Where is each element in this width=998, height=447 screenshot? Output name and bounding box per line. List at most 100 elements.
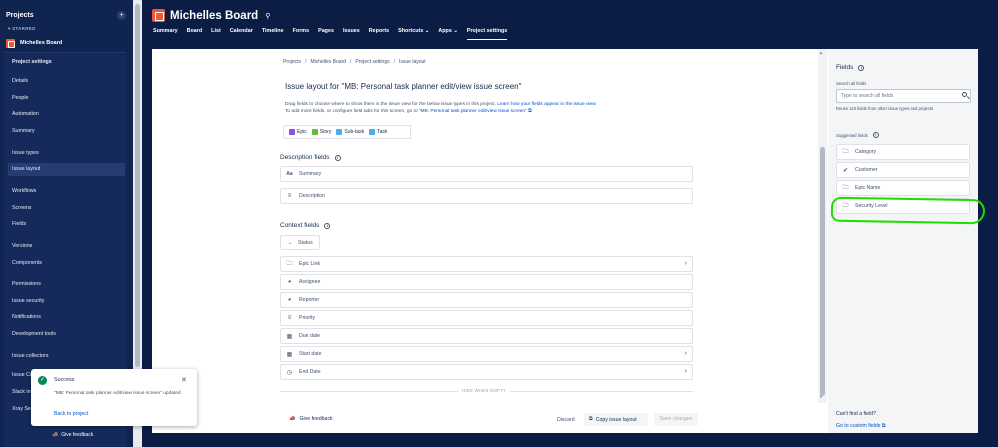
sidebar-item-details[interactable]: Details	[8, 75, 125, 88]
give-feedback-button[interactable]: 📣 Give feedback	[289, 416, 333, 422]
tab-timeline[interactable]: Timeline	[262, 28, 284, 38]
breadcrumb-board[interactable]: Michelles Board	[310, 59, 346, 65]
issue-type-subtask: Sub-task	[336, 129, 364, 135]
copy-issue-layout-label: Copy issue layout	[595, 416, 637, 423]
story-icon	[311, 129, 318, 135]
suggested-field-category[interactable]: 🗀 Category	[836, 144, 970, 160]
context-fields-heading: Context fields i	[280, 222, 331, 229]
field-end-date[interactable]: ◷ End Date ›	[280, 364, 693, 380]
sidebar-item-issue-collectors[interactable]: Issue collectors	[8, 350, 125, 363]
fields-heading: Fields i	[836, 64, 865, 71]
field-assignee[interactable]: ◕ Assignee	[280, 274, 693, 290]
bottom-action-bar: 📣 Give feedback Discard ⧉ Copy issue lay…	[289, 413, 699, 427]
scroll-down-icon[interactable]: ▼	[819, 394, 823, 399]
issue-type-epic: Epic	[289, 129, 307, 135]
info-icon[interactable]: i	[334, 154, 341, 161]
suggested-field-epic-name[interactable]: 🗀 Epic Name	[836, 180, 970, 196]
back-to-project-link[interactable]: Back to project	[54, 411, 88, 417]
page-description: Drag fields to choose where to show them…	[285, 101, 705, 115]
info-icon[interactable]: i	[324, 222, 331, 229]
tab-list[interactable]: List	[211, 28, 221, 38]
copy-issue-layout-button[interactable]: ⧉ Copy issue layout	[584, 413, 648, 426]
sidebar-item-project-settings[interactable]: Project settings	[8, 56, 125, 69]
discard-button[interactable]: Discard	[557, 417, 575, 423]
scroll-up-icon[interactable]: ▲	[819, 50, 823, 55]
sidebar-item-screens[interactable]: Screens	[8, 202, 125, 215]
sidebar-item-fields[interactable]: Fields	[8, 218, 125, 231]
tab-apps[interactable]: Apps ⌄	[438, 28, 458, 38]
tab-issues[interactable]: Issues	[343, 28, 360, 38]
close-icon[interactable]: ✕	[181, 376, 187, 384]
info-icon[interactable]: i	[858, 64, 865, 71]
info-icon[interactable]: i	[872, 132, 879, 138]
main-scroll-thumb[interactable]	[820, 147, 825, 396]
screen-link[interactable]: "MB: Personal task planner edit/view iss…	[419, 109, 527, 114]
sidebar-item-issue-security[interactable]: Issue security	[8, 295, 125, 308]
starred-project[interactable]: Michelles Board	[6, 36, 126, 50]
give-feedback-label: Give feedback	[299, 416, 333, 422]
sidebar-item-automation[interactable]: Automation	[8, 108, 125, 121]
sidebar-item-versions[interactable]: Versions	[8, 240, 125, 253]
tab-calendar[interactable]: Calendar	[230, 28, 253, 38]
chevron-right-icon[interactable]: ›	[685, 260, 687, 267]
field-summary[interactable]: Aa Summary	[280, 166, 693, 182]
project-icon	[6, 38, 15, 48]
field-description[interactable]: ≡ Description	[280, 188, 693, 204]
tab-summary[interactable]: Summary	[153, 28, 178, 38]
sidebar-item-summary[interactable]: Summary	[8, 125, 125, 138]
tab-forms[interactable]: Forms	[293, 28, 309, 38]
sidebar-item-issue-layout[interactable]: Issue layout	[8, 163, 125, 176]
tab-shortcuts[interactable]: Shortcuts ⌄	[398, 28, 429, 38]
user-icon: ◕	[287, 297, 292, 303]
chevron-right-icon[interactable]: ›	[685, 350, 687, 357]
field-label: Reporter	[299, 297, 320, 303]
main-scrollbar[interactable]: ▲ ▼	[818, 49, 827, 403]
sidebar-give-feedback-label: Give feedback	[61, 432, 94, 438]
tab-project-settings[interactable]: Project settings	[466, 28, 508, 40]
chevron-right-icon[interactable]: ›	[685, 368, 687, 375]
sidebar-item-notifications[interactable]: Notifications	[8, 311, 125, 324]
megaphone-icon: 📣	[52, 432, 59, 438]
top-bar: Michelles Board ⚲ Summary Board List Cal…	[142, 0, 998, 40]
sidebar-item-issue-types[interactable]: Issue types	[8, 147, 125, 160]
sidebar-scroll-thumb[interactable]	[135, 4, 140, 367]
sidebar-item-people[interactable]: People	[8, 92, 125, 105]
success-toast: ✓ Success ✕ "MB: Personal task planner e…	[31, 369, 197, 426]
main-panel: Projects / Michelles Board / Project setti…	[152, 49, 828, 433]
starred-label: ▾ STARRED	[8, 26, 36, 31]
sidebar-item-components[interactable]: Components	[8, 257, 125, 270]
field-reporter[interactable]: ◕ Reporter	[280, 292, 693, 308]
search-placeholder: Type to search all fields	[841, 93, 894, 99]
sidebar-heading: Projects	[6, 12, 34, 19]
folder-icon: 🗀	[286, 261, 293, 267]
save-changes-button[interactable]: Save changes	[654, 413, 698, 426]
fields-panel: Fields i Search all fields Type to search…	[828, 49, 978, 433]
field-priority[interactable]: ≡ Priority	[280, 310, 693, 326]
field-due-date[interactable]: ▦ Due date	[280, 328, 693, 344]
sidebar-divider	[4, 52, 126, 53]
sidebar-item-workflows[interactable]: Workflows	[8, 185, 125, 198]
tab-pages[interactable]: Pages	[318, 28, 334, 38]
custom-fields-link[interactable]: Go to custom fields ⧉	[836, 423, 886, 430]
pin-icon[interactable]: ⚲	[265, 12, 270, 20]
learn-more-link[interactable]: Learn how your fields appear in the issu…	[497, 102, 596, 107]
search-fields-input[interactable]: Type to search all fields	[836, 89, 971, 103]
clock-icon: ◷	[286, 369, 293, 376]
breadcrumb-issue-layout[interactable]: Issue layout	[399, 59, 426, 65]
tab-reports[interactable]: Reports	[369, 28, 389, 38]
breadcrumb-project-settings[interactable]: Project settings	[355, 59, 389, 65]
add-project-button[interactable]: +	[117, 11, 126, 20]
megaphone-icon: 📣	[289, 416, 296, 422]
tab-board[interactable]: Board	[187, 28, 203, 38]
field-status[interactable]: → Status	[280, 235, 320, 250]
field-epic-link[interactable]: 🗀 Epic Link ›	[280, 256, 693, 272]
field-label: End Date	[299, 369, 321, 375]
field-start-date[interactable]: ▦ Start date ›	[280, 346, 693, 362]
sidebar-give-feedback[interactable]: 📣 Give feedback	[52, 432, 93, 438]
sidebar-item-permissions[interactable]: Permissions	[8, 278, 125, 291]
breadcrumb-projects[interactable]: Projects	[283, 59, 301, 65]
folder-icon: 🗀	[842, 149, 849, 155]
sidebar-item-development-tools[interactable]: Development tools	[8, 328, 125, 341]
suggested-field-customer[interactable]: ✔ Customer	[836, 162, 970, 178]
project-tabs: Summary Board List Calendar Timeline For…	[153, 28, 516, 40]
